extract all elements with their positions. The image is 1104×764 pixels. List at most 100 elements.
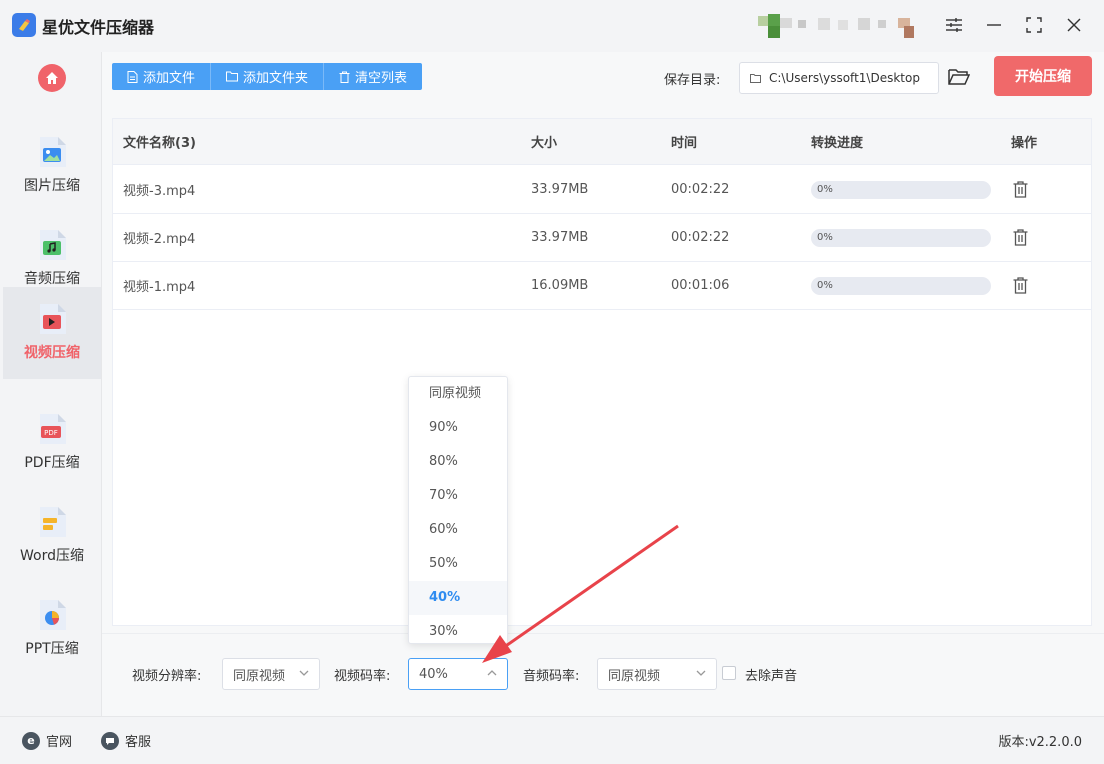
file-duration: 00:02:22	[671, 230, 730, 245]
bitrate-value: 40%	[419, 666, 448, 682]
progress-bar: 0%	[811, 228, 991, 247]
svg-text:PDF: PDF	[44, 429, 58, 437]
chevron-up-icon	[487, 670, 497, 676]
settings-bar: 视频分辨率: 同原视频 视频码率: 40% 音频码率: 同原视频 去除声音	[102, 633, 1104, 716]
dropdown-option[interactable]: 50%	[409, 547, 507, 581]
bitrate-label: 视频码率:	[334, 669, 391, 684]
app-title: 星优文件压缩器	[42, 18, 155, 37]
delete-icon[interactable]	[1013, 262, 1028, 309]
browse-folder-icon[interactable]	[948, 67, 971, 87]
trash-icon	[339, 71, 350, 83]
ie-icon: e	[22, 731, 40, 750]
chevron-down-icon	[696, 670, 706, 676]
website-link[interactable]: e 官网	[22, 731, 72, 750]
delete-icon[interactable]	[1013, 166, 1028, 213]
clear-list-button[interactable]: 清空列表	[324, 63, 422, 90]
resolution-value: 同原视频	[233, 668, 286, 684]
clear-list-label: 清空列表	[355, 71, 408, 86]
delete-icon[interactable]	[1013, 214, 1028, 261]
table-row[interactable]: 视频-3.mp4 33.97MB 00:02:22 0%	[113, 166, 1091, 214]
main-panel: 添加文件 添加文件夹 清空列表 保存目录: C:\Users\yssoft1\D…	[102, 52, 1104, 716]
header-progress: 转换进度	[811, 136, 864, 151]
chevron-down-icon	[299, 670, 309, 676]
close-icon[interactable]	[1061, 12, 1087, 38]
file-table: 文件名称(3) 大小 时间 转换进度 操作 视频-3.mp4 33.97MB 0…	[112, 118, 1092, 626]
progress-bar: 0%	[811, 180, 991, 199]
add-folder-label: 添加文件夹	[243, 71, 309, 86]
dropdown-option[interactable]: 80%	[409, 445, 507, 479]
audio-file-icon	[38, 230, 66, 260]
pdf-file-icon: PDF	[38, 414, 66, 444]
bitrate-select[interactable]: 40%	[408, 658, 508, 690]
folder-icon	[226, 71, 239, 82]
version-text: 版本:v2.2.0.0	[998, 735, 1082, 750]
sidebar: 图片压缩 音频压缩 视频压缩 PDF PDF压缩 Word压缩 PPT压缩	[0, 52, 102, 716]
add-folder-button[interactable]: 添加文件夹	[211, 63, 325, 90]
ppt-file-icon	[38, 600, 66, 630]
app-logo-icon	[12, 13, 36, 37]
sidebar-item-word[interactable]: Word压缩	[3, 490, 101, 582]
file-name: 视频-1.mp4	[123, 280, 196, 295]
resolution-label: 视频分辨率:	[132, 669, 202, 684]
sidebar-item-label: Word压缩	[20, 548, 84, 564]
sidebar-item-label: 视频压缩	[24, 345, 80, 361]
start-compress-button[interactable]: 开始压缩	[994, 56, 1092, 96]
sidebar-item-image[interactable]: 图片压缩	[3, 120, 101, 212]
file-name: 视频-2.mp4	[123, 232, 196, 247]
sidebar-item-label: 图片压缩	[24, 178, 80, 194]
save-dir-label: 保存目录:	[664, 73, 721, 88]
audio-bitrate-label: 音频码率:	[523, 669, 580, 684]
header-action: 操作	[1011, 136, 1038, 151]
file-icon	[127, 70, 138, 83]
audio-bitrate-value: 同原视频	[608, 668, 661, 684]
table-row[interactable]: 视频-1.mp4 16.09MB 00:01:06 0%	[113, 262, 1091, 310]
add-file-button[interactable]: 添加文件	[112, 63, 212, 90]
image-file-icon	[38, 137, 66, 167]
video-file-icon	[38, 304, 66, 334]
header-size: 大小	[531, 136, 558, 151]
header-name: 文件名称(3)	[123, 136, 196, 151]
dropdown-option[interactable]: 90%	[409, 411, 507, 445]
maximize-icon[interactable]	[1021, 12, 1047, 38]
save-dir-field[interactable]: C:\Users\yssoft1\Desktop	[739, 62, 939, 94]
header-time: 时间	[671, 136, 698, 151]
user-avatar[interactable]	[758, 14, 920, 38]
sidebar-item-video[interactable]: 视频压缩	[3, 287, 101, 379]
folder-small-icon	[750, 73, 761, 83]
save-dir-value: C:\Users\yssoft1\Desktop	[769, 71, 920, 85]
mute-label: 去除声音	[745, 669, 798, 684]
table-row[interactable]: 视频-2.mp4 33.97MB 00:02:22 0%	[113, 214, 1091, 262]
minimize-icon[interactable]	[981, 12, 1007, 38]
audio-bitrate-select[interactable]: 同原视频	[597, 658, 717, 690]
settings-icon[interactable]	[941, 12, 967, 38]
mute-checkbox[interactable]	[722, 666, 736, 680]
chat-icon	[101, 731, 119, 750]
support-link[interactable]: 客服	[101, 731, 151, 750]
word-file-icon	[38, 507, 66, 537]
dropdown-option[interactable]: 70%	[409, 479, 507, 513]
progress-bar: 0%	[811, 276, 991, 295]
toolbar: 添加文件 添加文件夹 清空列表	[112, 63, 423, 90]
file-name: 视频-3.mp4	[123, 184, 196, 199]
file-size: 33.97MB	[531, 230, 589, 245]
dropdown-option-selected[interactable]: 40%	[409, 581, 507, 615]
home-icon[interactable]	[38, 64, 66, 92]
file-size: 33.97MB	[531, 182, 589, 197]
sidebar-item-pdf[interactable]: PDF PDF压缩	[3, 397, 101, 489]
sidebar-item-label: PDF压缩	[24, 455, 80, 471]
website-label: 官网	[46, 735, 73, 750]
support-label: 客服	[125, 735, 152, 750]
file-duration: 00:01:06	[671, 278, 730, 293]
footer: e 官网 客服 版本:v2.2.0.0	[0, 716, 1104, 764]
sidebar-item-ppt[interactable]: PPT压缩	[3, 583, 101, 675]
title-bar: 星优文件压缩器	[0, 0, 1104, 52]
sidebar-item-label: 音频压缩	[24, 271, 80, 287]
bitrate-dropdown: 同原视频 90% 80% 70% 60% 50% 40% 30%	[408, 376, 508, 644]
resolution-select[interactable]: 同原视频	[222, 658, 320, 690]
dropdown-option[interactable]: 60%	[409, 513, 507, 547]
dropdown-option[interactable]: 30%	[409, 615, 507, 643]
dropdown-option[interactable]: 同原视频	[409, 377, 507, 411]
file-duration: 00:02:22	[671, 182, 730, 197]
add-file-label: 添加文件	[143, 71, 196, 86]
file-size: 16.09MB	[531, 278, 589, 293]
